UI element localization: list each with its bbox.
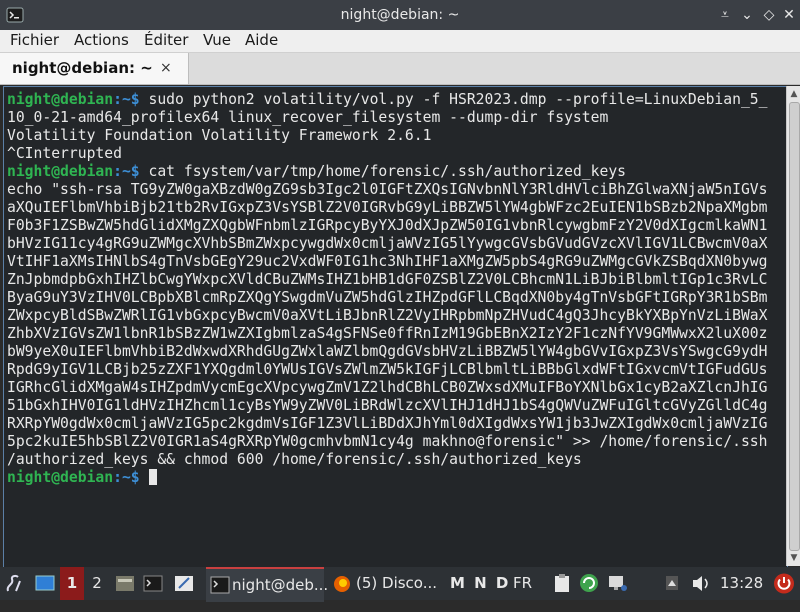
file-line: VtIHF1aXMsIHNlbS4gTnVsbGEgY29uc2VxdWF0IG… <box>7 253 768 270</box>
terminal-view[interactable]: night@debian:~$ sudo python2 volatility/… <box>3 86 788 568</box>
file-line: F0b3F1ZSBwZW5hdGlidXMgZXQgbWFnbmlzIGRpcy… <box>7 217 768 234</box>
network-icon[interactable] <box>606 567 630 600</box>
file-line: ByaG9uY3VzIHV0LCBpbXBlcmRpZXQgYSwgdmVuZW… <box>7 289 768 306</box>
prompt-user: night@debian <box>7 163 114 180</box>
menu-actions[interactable]: Actions <box>74 30 129 52</box>
prompt-user: night@debian <box>7 91 114 108</box>
tab-bar: night@debian: ~ × <box>0 53 800 85</box>
show-desktop-icon[interactable] <box>33 567 59 600</box>
file-line: aXQuIEFlbmVhbiBjb21tb2RvIGxpZ3VsYSBlZ2V0… <box>7 199 768 216</box>
menu-vue[interactable]: Vue <box>203 30 231 52</box>
clipboard-icon[interactable] <box>552 567 574 600</box>
file-line: bW9yeX0uIEFlbmVhbiB2dWxwdXRhdGUgZWxlaWZl… <box>7 343 768 360</box>
terminal-task-icon <box>210 576 230 594</box>
taskbar: 1 2 night@deb... (5) Disco... M N D FR 1… <box>0 567 800 602</box>
file-line: ZWxpcyBldSBwZWRlIG1vbGxpcyBwcmV0aXVtLiBJ… <box>7 307 768 324</box>
file-line: 5pc2kuIE5hbSBlZ2V0IGR1aS4gRXRpYW0gcmhvbm… <box>7 433 768 450</box>
app-menu-icon[interactable] <box>2 567 28 600</box>
task-browser-label: (5) Disco... <box>356 574 438 592</box>
text-cursor <box>148 469 157 485</box>
tray-expand-icon[interactable] <box>664 567 682 600</box>
tab-close-icon[interactable]: × <box>160 53 172 83</box>
scroll-down-icon[interactable]: ▼ <box>787 551 800 565</box>
file-line: echo "ssh-rsa TG9yZW0gaXBzdW0gZG9sb3Igc2… <box>7 181 768 198</box>
file-line: bHVzIG11cy4gRG9uZWMgcXVhbSBmZWxpcywgdWx0… <box>7 235 768 252</box>
prompt-path: :~$ <box>113 163 140 180</box>
command-line: 10_0-21-amd64_profilex64 linux_recover_f… <box>7 109 609 126</box>
clock[interactable]: 13:28 <box>720 567 763 600</box>
menu-editer[interactable]: Éditer <box>144 30 188 52</box>
output-line: Volatility Foundation Volatility Framewo… <box>7 127 432 144</box>
menu-fichier[interactable]: Fichier <box>10 30 59 52</box>
firefox-icon <box>334 576 350 592</box>
file-line: ZhbXVzIGVsZW1lbnR1bSBzZW1wZXIgbmlzaS4gSF… <box>7 325 768 342</box>
file-line: 51bGxhIHV0IG1ldHVzIHZhcml1cyBsYW9yZWV0Li… <box>7 397 768 414</box>
update-icon[interactable] <box>578 567 600 600</box>
command-line: cat fsystem/var/tmp/home/forensic/.ssh/a… <box>139 163 627 180</box>
command-line: sudo python2 volatility/vol.py -f HSR202… <box>139 91 768 108</box>
scroll-up-icon[interactable]: ▲ <box>787 87 800 101</box>
tab-terminal[interactable]: night@debian: ~ × <box>0 53 189 84</box>
close-window-icon[interactable]: ✕ <box>780 6 798 24</box>
tab-label: night@debian: ~ <box>12 59 153 77</box>
power-icon[interactable] <box>772 567 796 600</box>
prompt-user: night@debian <box>7 469 114 486</box>
text-editor-icon[interactable] <box>172 567 198 600</box>
file-line: RpdG9yIGV1LCBjb25zZXF1YXQgdml0YWUsIGVsZW… <box>7 361 768 378</box>
terminal-launcher-icon[interactable] <box>142 567 166 600</box>
prompt-path: :~$ <box>113 91 140 108</box>
scrollbar-thumb[interactable] <box>789 102 800 551</box>
task-terminal-label: night@deb... <box>232 576 329 594</box>
file-line: /authorized_keys && chmod 600 /home/fore… <box>7 451 582 468</box>
minimize-icon[interactable]: ⌄ <box>738 6 756 24</box>
workspace-2[interactable]: 2 <box>86 567 108 600</box>
lock-indicators: M N D <box>450 574 511 592</box>
keep-above-icon[interactable]: ⩡ <box>716 6 734 24</box>
terminal-scrollbar[interactable]: ▲ ▼ <box>786 86 800 566</box>
volume-icon[interactable] <box>690 567 712 600</box>
file-line: ZnJpbmdpbGxhIHZlbCwgYWxpcXVldCBuZWMsIHZ1… <box>7 271 768 288</box>
file-line: IGRhcGlidXMgaW4sIHZpdmVycmEgcXVpcywgZmV1… <box>7 379 768 396</box>
menu-bar: Fichier Actions Éditer Vue Aide <box>0 30 800 53</box>
task-browser[interactable]: (5) Disco... <box>330 567 444 600</box>
menu-aide[interactable]: Aide <box>245 30 278 52</box>
task-terminal[interactable]: night@deb... <box>206 567 328 602</box>
output-line: ^CInterrupted <box>7 145 122 162</box>
workspace-1[interactable]: 1 <box>60 567 84 600</box>
prompt-path: :~$ <box>113 469 140 486</box>
window-titlebar[interactable]: night@debian: ~ ⩡ ⌄ ◇ ✕ <box>0 0 800 30</box>
window-title: night@debian: ~ <box>340 7 460 23</box>
file-manager-icon[interactable] <box>114 567 138 600</box>
maximize-icon[interactable]: ◇ <box>760 6 778 24</box>
terminal-output: night@debian:~$ sudo python2 volatility/… <box>7 91 767 487</box>
file-line: RXRpYW0gdWx0cmljaWVzIG5pc2kgdmVsIGF1Z3Vl… <box>7 415 768 432</box>
keyboard-layout[interactable]: FR <box>513 567 532 600</box>
